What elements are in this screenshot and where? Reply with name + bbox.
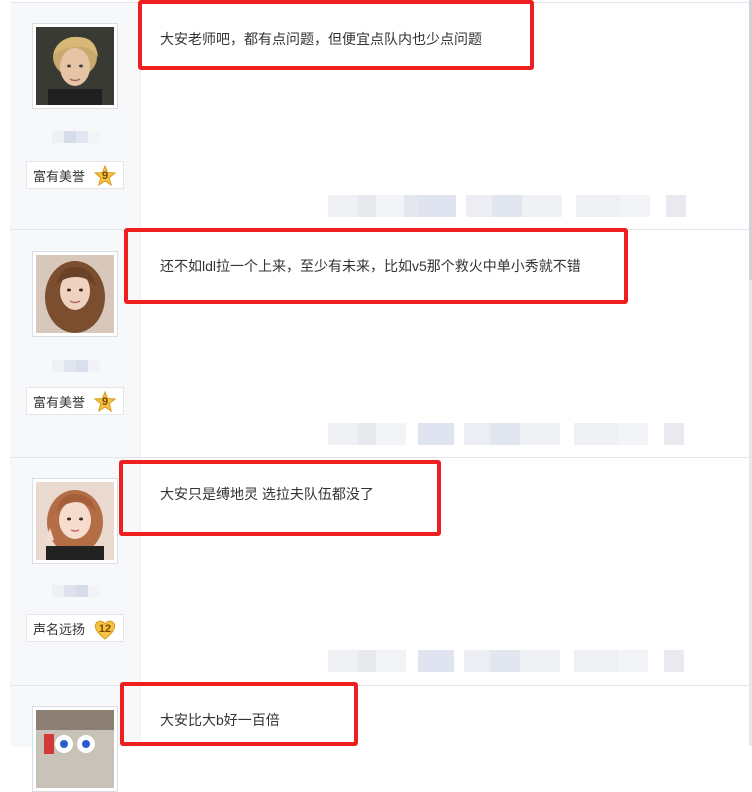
level-badge-box[interactable]: 富有美誉 9 (26, 387, 124, 415)
level-number: 9 (101, 396, 109, 408)
highlight-box (124, 228, 628, 304)
star-badge-icon: 9 (93, 391, 117, 413)
star-badge-icon: 9 (93, 165, 117, 187)
post-footer-blurred (328, 423, 684, 445)
heart-badge-icon: 12 (93, 618, 117, 640)
author-sidebar: 富有美誉 9 (10, 230, 141, 458)
level-title: 富有美誉 (33, 168, 86, 184)
post-footer-blurred (328, 195, 686, 217)
highlight-box (120, 682, 358, 746)
user-avatar-icon (36, 482, 114, 560)
username-blurred[interactable] (52, 585, 100, 597)
author-sidebar: 富有美誉 9 (10, 3, 141, 230)
highlight-box (119, 460, 441, 536)
user-avatar-icon (36, 27, 114, 105)
thread-page: 富有美誉 9 大安老师吧，都有点问题，但便宜点队内也少点问题 富有美誉 9 还不… (0, 0, 752, 792)
post-footer-blurred (328, 650, 684, 672)
avatar[interactable] (32, 23, 118, 109)
level-number: 9 (101, 170, 109, 182)
level-title: 声名远扬 (33, 621, 86, 637)
avatar[interactable] (32, 251, 118, 337)
user-avatar-icon (36, 255, 114, 333)
avatar[interactable] (32, 478, 118, 564)
username-blurred[interactable] (52, 131, 100, 143)
level-badge-box[interactable]: 声名远扬 12 (26, 614, 124, 642)
level-title: 富有美誉 (33, 394, 86, 410)
avatar[interactable] (32, 706, 118, 792)
level-number: 12 (98, 623, 112, 635)
user-avatar-icon (36, 710, 114, 788)
username-blurred[interactable] (52, 360, 100, 372)
highlight-box (138, 0, 534, 70)
level-badge-box[interactable]: 富有美誉 9 (26, 161, 124, 189)
